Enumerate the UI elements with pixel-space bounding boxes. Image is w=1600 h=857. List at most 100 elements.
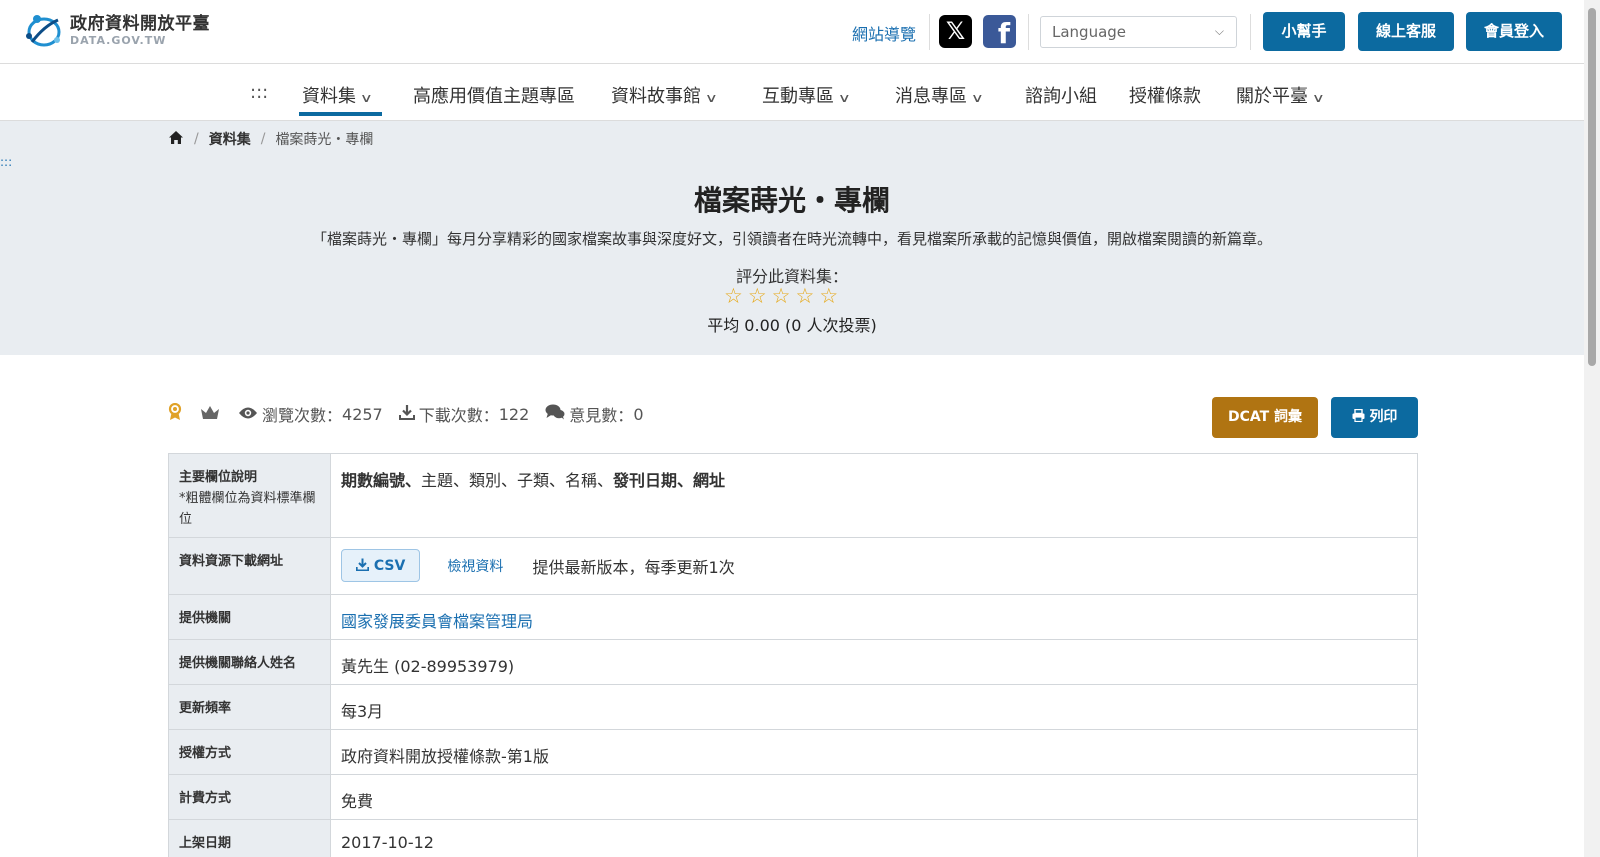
divider <box>1250 14 1251 50</box>
page-title: 檔案蒔光・專欄 <box>693 184 890 217</box>
nav-item-label: 授權條款 <box>1129 86 1201 107</box>
fee-value: 免費 <box>330 775 1417 819</box>
published-date-value: 2017-10-12 <box>330 820 1417 857</box>
nav-item-high-value[interactable]: 高應用價值主題專區 <box>413 82 575 108</box>
nav-item-news[interactable]: 消息專區 ∨ <box>895 82 984 108</box>
main-fields-note: *粗體欄位為資料標準欄位 <box>179 491 316 527</box>
print-label: 列印 <box>1369 409 1398 425</box>
facebook-icon[interactable]: f <box>983 15 1016 48</box>
nav-item-datasets[interactable]: 資料集 ∨ <box>302 82 373 108</box>
page-scrollbar[interactable] <box>1584 0 1600 857</box>
sitemap-link[interactable]: 網站導覽 <box>852 21 916 45</box>
crown-icon <box>200 405 220 424</box>
nav-item-interactive[interactable]: 互動專區 ∨ <box>762 82 851 108</box>
nav-item-about[interactable]: 關於平臺 ∨ <box>1236 82 1325 108</box>
table-row: 授權方式 政府資料開放授權條款-第1版 <box>168 730 1418 775</box>
comments-icon <box>545 404 565 424</box>
main-fields-label: 主要欄位說明 <box>179 470 258 485</box>
nav-item-label: 互動專區 <box>762 86 834 107</box>
content-anchor-link[interactable]: ::: <box>0 155 12 169</box>
comment-count-label: 意見數： <box>569 406 634 425</box>
chevron-down-icon: ∨ <box>1311 91 1325 105</box>
download-url-label: 資料資源下載網址 <box>169 538 330 594</box>
language-select[interactable]: Language ⌵ <box>1040 16 1237 48</box>
published-date-label: 上架日期 <box>169 820 330 857</box>
chevron-down-icon: ⌵ <box>1214 24 1224 38</box>
award-badge-icon <box>168 402 182 425</box>
star-icon[interactable]: ☆ <box>819 285 838 307</box>
rating-stars: ☆ ☆ ☆ ☆ ☆ <box>724 285 838 307</box>
row-key: 主要欄位說明 *粗體欄位為資料標準欄位 <box>169 454 330 537</box>
dataset-info-table: 主要欄位說明 *粗體欄位為資料標準欄位 期數編號、主題、類別、子類、名稱、發刊日… <box>168 453 1418 857</box>
breadcrumb: / 資料集 / 檔案蒔光・專欄 <box>168 129 373 149</box>
star-icon[interactable]: ☆ <box>772 285 791 307</box>
dataset-hero: / 資料集 / 檔案蒔光・專欄 ::: 檔案蒔光・專欄 「檔案蒔光・專欄」每月分… <box>0 121 1584 355</box>
download-count: 下載次數： 122 <box>398 402 530 426</box>
comment-count: 意見數： 0 <box>545 402 644 426</box>
logo-subtitle: DATA.GOV.TW <box>70 34 167 47</box>
main-fields-bold-b: 發刊日期、網址 <box>613 471 726 490</box>
row-value: CSV 檢視資料 提供最新版本，每季更新1次 <box>330 538 1417 594</box>
breadcrumb-current: 檔案蒔光・專欄 <box>275 132 374 148</box>
agency-link[interactable]: 國家發展委員會檔案管理局 <box>341 612 533 631</box>
scrollbar-thumb[interactable] <box>1588 8 1596 366</box>
nav-item-label: 諮詢小組 <box>1025 86 1097 107</box>
main-nav: ::: 資料集 ∨ 高應用價值主題專區 資料故事館 ∨ 互動專區 ∨ 消息專區 ∨ 諮詢… <box>0 64 1584 121</box>
logo-title: 政府資料開放平臺 <box>70 14 210 34</box>
nav-item-license[interactable]: 授權條款 <box>1129 82 1201 108</box>
chevron-down-icon: ∨ <box>837 91 851 105</box>
download-count-value: 122 <box>498 404 530 424</box>
nav-item-stories[interactable]: 資料故事館 ∨ <box>611 82 718 108</box>
star-icon[interactable]: ☆ <box>748 285 767 307</box>
nav-item-label: 關於平臺 <box>1236 86 1308 107</box>
table-row: 上架日期 2017-10-12 <box>168 820 1418 857</box>
nav-item-label: 資料故事館 <box>611 86 701 107</box>
contact-label: 提供機關聯絡人姓名 <box>169 640 330 684</box>
breadcrumb-datasets[interactable]: 資料集 <box>209 129 251 149</box>
eye-icon <box>238 405 258 424</box>
license-value: 政府資料開放授權條款-第1版 <box>330 730 1417 774</box>
fee-label: 計費方式 <box>169 775 330 819</box>
star-icon[interactable]: ☆ <box>724 285 743 307</box>
nav-item-label: 消息專區 <box>895 86 967 107</box>
home-icon[interactable] <box>168 130 184 149</box>
agency-label: 提供機關 <box>169 595 330 639</box>
contact-value: 黃先生 (02-89953979) <box>330 640 1417 684</box>
x-twitter-icon[interactable]: 𝕏 <box>939 15 972 48</box>
dataset-description: 「檔案蒔光・專欄」每月分享精彩的國家檔案故事與深度好文，引領讀者在時光流轉中，看… <box>311 230 1272 248</box>
dcat-vocabulary-button[interactable]: DCAT 詞彙 <box>1212 397 1318 438</box>
table-row: 提供機關 國家發展委員會檔案管理局 <box>168 595 1418 640</box>
download-icon <box>398 404 415 424</box>
main-fields-bold-a: 期數編號、 <box>341 471 422 490</box>
table-row: 資料資源下載網址 CSV 檢視資料 提供最新版本，每季更新1次 <box>168 538 1418 595</box>
row-value: 國家發展委員會檔案管理局 <box>330 595 1417 639</box>
site-logo[interactable]: 政府資料開放平臺 DATA.GOV.TW <box>24 12 210 50</box>
nav-item-advisory[interactable]: 諮詢小組 <box>1025 82 1097 108</box>
row-value: 期數編號、主題、類別、子類、名稱、發刊日期、網址 <box>330 454 1417 537</box>
chevron-down-icon: ∨ <box>970 91 984 105</box>
print-button[interactable]: 列印 <box>1331 397 1418 438</box>
view-count-label: 瀏覽次數： <box>262 406 343 425</box>
download-count-label: 下載次數： <box>418 406 499 425</box>
helper-button[interactable]: 小幫手 <box>1263 12 1345 51</box>
view-count-value: 4257 <box>342 404 383 424</box>
divider <box>1028 14 1029 50</box>
table-row: 更新頻率 每3月 <box>168 685 1418 730</box>
rating-average: 平均 0.00 (0 人次投票) <box>707 316 877 335</box>
update-frequency-value: 每3月 <box>330 685 1417 729</box>
view-data-link[interactable]: 檢視資料 <box>447 559 503 575</box>
online-service-button[interactable]: 線上客服 <box>1358 12 1454 51</box>
language-select-value: Language <box>1052 23 1127 41</box>
chevron-down-icon: ∨ <box>359 91 373 105</box>
star-icon[interactable]: ☆ <box>795 285 814 307</box>
csv-download-button[interactable]: CSV <box>341 549 421 582</box>
logo-text: 政府資料開放平臺 DATA.GOV.TW <box>70 14 210 48</box>
csv-label: CSV <box>373 558 406 574</box>
logo-icon <box>24 12 64 50</box>
nav-menu-anchor[interactable]: ::: <box>250 82 268 103</box>
rating-label: 評分此資料集： <box>735 267 848 286</box>
update-frequency-label: 更新頻率 <box>169 685 330 729</box>
table-row: 提供機關聯絡人姓名 黃先生 (02-89953979) <box>168 640 1418 685</box>
download-icon <box>355 558 370 574</box>
member-login-button[interactable]: 會員登入 <box>1466 12 1562 51</box>
